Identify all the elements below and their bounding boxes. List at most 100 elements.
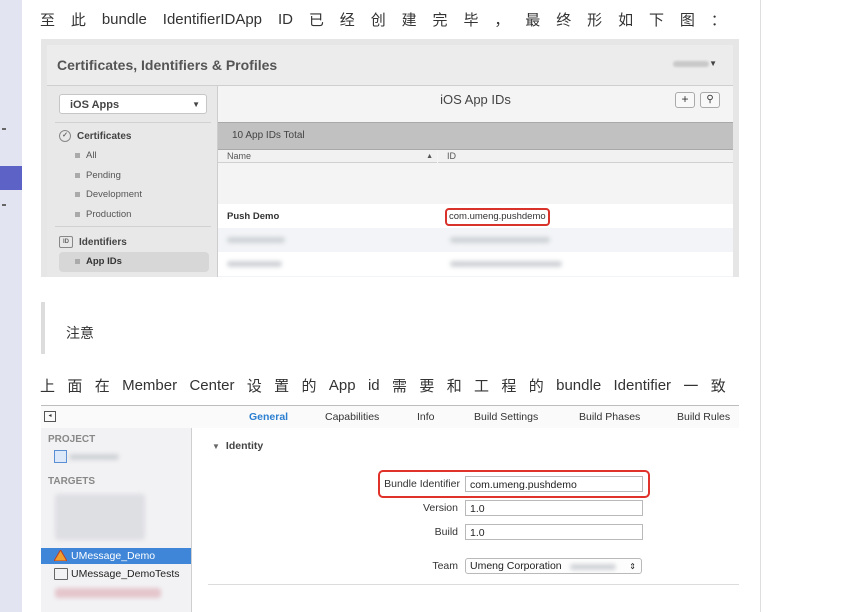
app-target-icon [53,549,68,562]
section-title: Identity [225,440,264,452]
xcode-screenshot: ◂ General Capabilities Info Build Settin… [41,405,739,612]
divider [55,122,211,123]
portal-header: Certificates, Identifiers & Profiles ▼ [47,45,733,86]
section-identifiers[interactable]: ID Identifiers [59,236,127,248]
second-word: 在 [94,378,110,395]
identity-section-header[interactable]: ▼ Identity [212,440,263,452]
intro-word: ， [494,12,510,29]
second-word: Center [189,377,235,394]
intro-word: 创 [370,12,386,29]
team-select[interactable]: Umeng Corporation ⇕ [465,558,642,574]
portal-sidebar: iOS Apps ▼ ✓ Certificates All Pending De… [47,86,218,277]
version-field[interactable]: 1.0 [465,500,643,516]
sidebar-item-production[interactable]: Production [75,209,131,220]
sidebar-item-pending[interactable]: Pending [75,170,121,181]
column-label: Name [227,151,252,161]
portal-title: Certificates, Identifiers & Profiles [57,57,278,73]
second-word: 工 [474,378,490,395]
tab-info[interactable]: Info [417,411,435,423]
sidebar-item-label: App IDs [86,256,122,267]
sidebar-item-label: All [86,150,97,161]
team-label: Team [432,560,458,572]
add-button[interactable]: + [675,92,695,108]
second-word: 程 [501,378,517,395]
bundle-identifier-label: Bundle Identifier [384,478,460,490]
chevron-down-icon[interactable]: ▼ [709,59,717,68]
second-word: App [328,377,356,394]
redacted-name [227,261,282,267]
second-word: 致 [710,378,726,395]
bundle-identifier-field[interactable]: com.umeng.pushdemo [465,476,643,492]
strip-dot [2,204,6,206]
portal-main: iOS App IDs + ⚲ 10 App IDs Total Name ▲ … [218,86,733,277]
navigator-toggle-icon[interactable]: ◂ [44,411,56,422]
search-icon: ⚲ [706,94,714,105]
tab-capabilities[interactable]: Capabilities [325,411,379,423]
target-umessage-demotests[interactable]: UMessage_DemoTests [41,566,191,582]
table-row[interactable]: Push Demo com.umeng.pushdemo [218,204,733,228]
certificate-icon: ✓ [59,130,71,142]
platform-select[interactable]: iOS Apps ▼ [59,94,207,114]
tab-build-rules[interactable]: Build Rules [677,411,730,423]
table-row[interactable] [218,228,733,252]
tab-build-settings[interactable]: Build Settings [474,411,538,423]
strip-dot [2,128,6,130]
bullet-icon [75,173,80,178]
xcode-tab-bar: ◂ General Capabilities Info Build Settin… [41,405,739,429]
sidebar-item-development[interactable]: Development [75,189,142,200]
project-label: PROJECT [48,434,96,445]
column-label: ID [447,151,456,161]
app-id-highlighted: com.umeng.pushdemo [445,208,550,226]
table-row[interactable] [218,276,733,277]
search-button[interactable]: ⚲ [700,92,720,108]
intro-word: 形 [587,12,603,29]
table-row[interactable] [218,252,733,276]
sidebar-active-item[interactable] [0,166,22,190]
build-label: Build [434,526,458,538]
column-header-id[interactable]: ID [438,150,733,163]
bullet-icon [75,212,80,217]
tab-general[interactable]: General [249,411,288,423]
chevron-updown-icon: ⇕ [629,562,636,571]
portal-screenshot: Certificates, Identifiers & Profiles ▼ i… [41,39,739,277]
bullet-icon [75,259,80,264]
intro-word: 毕 [463,12,479,29]
account-name-redacted[interactable] [673,61,709,67]
second-word: 上 [40,378,56,395]
intro-word: 建 [401,12,417,29]
target-umessage-demo[interactable]: UMessage_Demo [41,548,191,564]
divider [208,584,739,585]
section-label: Certificates [77,130,132,142]
intro-word: 如 [618,12,634,29]
sidebar-item-app-ids[interactable]: App IDs [59,252,209,272]
note-label: 注意 [66,325,94,341]
second-paragraph: 上面在 Member Center 设置的 App id 需要和工程的 bundle Ident… [40,375,726,396]
second-word: 的 [301,378,317,395]
platform-select-value: iOS Apps [70,99,120,111]
intro-paragraph: 至此 bundle IdentifierIDApp ID 已经创建完毕 ， 最终形如下图 ： [40,9,726,30]
sidebar-item-app-ids-inner: App IDs [75,256,122,267]
disclosure-triangle-icon: ▼ [212,442,220,451]
chevron-down-icon: ▼ [192,100,200,109]
sidebar-item-all[interactable]: All [75,150,97,161]
intro-word: 经 [339,12,355,29]
sort-asc-icon: ▲ [426,153,433,160]
redacted-team-id [570,564,616,570]
section-certificates[interactable]: ✓ Certificates [59,130,131,142]
second-word: 置 [274,378,290,395]
second-word: 和 [446,378,462,395]
column-header-name[interactable]: Name ▲ [218,150,437,163]
second-word: 一 [683,378,699,395]
second-word: 要 [419,378,435,395]
sidebar-strip [0,0,22,612]
targets-sidebar: PROJECT TARGETS UMessage_Demo UMessage_D… [41,428,192,612]
project-item[interactable] [41,448,191,464]
tab-build-phases[interactable]: Build Phases [579,411,640,423]
second-word: Member [122,377,178,394]
intro-word: 图 [679,12,695,29]
second-word: Identifier [613,377,672,394]
second-word: 面 [67,378,83,395]
second-word: 的 [528,378,544,395]
sidebar-item-label: Production [86,209,132,220]
build-field[interactable]: 1.0 [465,524,643,540]
